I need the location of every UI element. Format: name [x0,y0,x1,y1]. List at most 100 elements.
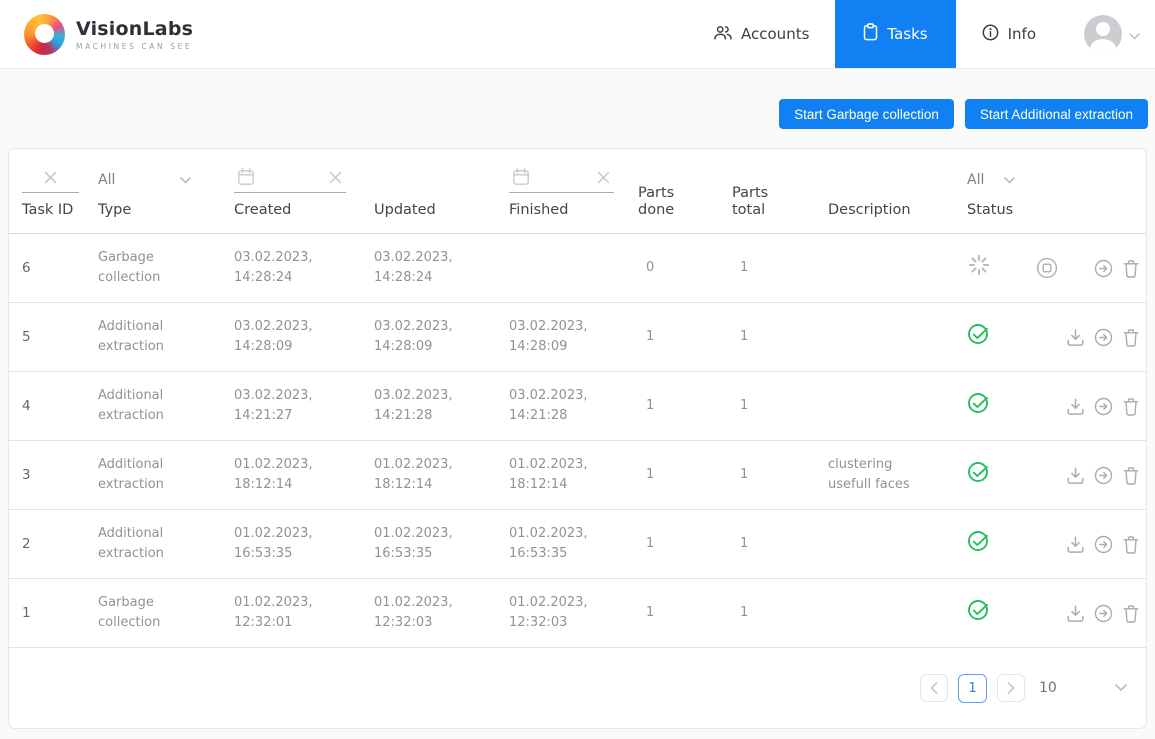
check-circle-icon [967,461,989,490]
task-type-cell: Additional extraction [98,386,234,426]
nav-tasks[interactable]: Tasks [835,0,955,68]
task-updated-cell: 01.02.2023, 18:12:14 [374,455,509,495]
delete-task-button[interactable] [1117,392,1145,420]
stop-task-button[interactable] [1033,392,1061,420]
prev-page-button[interactable] [920,674,948,702]
status-filter-value: All [967,172,984,189]
stop-task-button[interactable] [1033,461,1061,489]
start-additional-extraction-button[interactable]: Start Additional extraction [965,99,1148,129]
open-task-button[interactable] [1089,254,1117,282]
start-garbage-collection-button[interactable]: Start Garbage collection [779,99,954,129]
table-row: 4 Additional extraction 03.02.2023, 14:2… [9,372,1146,441]
column-created-label: Created [234,202,291,219]
status-filter-chevron-down-icon [1004,172,1015,189]
description-cell: clustering usefull faces [828,455,967,495]
delete-task-button[interactable] [1117,599,1145,627]
delete-task-button[interactable] [1117,323,1145,351]
download-result-button[interactable] [1061,323,1089,351]
brand-tagline: MACHINES CAN SEE [76,42,193,51]
task-updated-cell: 03.02.2023, 14:28:09 [374,317,509,357]
task-type-cell: Garbage collection [98,593,234,633]
open-task-button[interactable] [1089,530,1117,558]
open-task-button[interactable] [1089,323,1117,351]
stop-task-button[interactable] [1033,323,1061,351]
status-filter-select[interactable]: All [967,167,1015,193]
user-menu[interactable] [1062,15,1155,53]
delete-task-button[interactable] [1117,530,1145,558]
task-created-cell: 01.02.2023, 18:12:14 [234,455,374,495]
user-chevron-down-icon [1129,25,1140,44]
type-filter-select[interactable]: All [98,167,195,193]
table-row: 1 Garbage collection 01.02.2023, 12:32:0… [9,579,1146,648]
task-updated-text: 01.02.2023, 16:53:35 [374,524,478,564]
download-result-button[interactable] [1061,599,1089,627]
open-task-button[interactable] [1089,461,1117,489]
clear-task-id-filter-icon[interactable] [42,169,59,191]
clear-created-filter-icon[interactable] [327,169,344,191]
table-row: 6 Garbage collection 03.02.2023, 14:28:2… [9,234,1146,303]
parts-total-cell: 1 [732,258,828,278]
task-created-cell: 01.02.2023, 16:53:35 [234,524,374,564]
delete-task-button[interactable] [1117,254,1145,282]
task-id-cell: 5 [22,327,98,347]
stop-task-button[interactable] [1033,530,1061,558]
page-size-select[interactable]: 10 [1039,680,1127,696]
download-result-button[interactable] [1061,392,1089,420]
download-result-button[interactable] [1061,254,1089,282]
brand-text: VisionLabs MACHINES CAN SEE [76,18,193,51]
table-header: Task ID All Type [9,149,1146,234]
column-finished-label: Finished [509,202,568,219]
actions-cell [1033,599,1146,627]
current-page[interactable]: 1 [958,674,987,703]
task-finished-text: 03.02.2023, 14:28:09 [509,317,613,357]
stop-task-button[interactable] [1033,599,1061,627]
table-row: 3 Additional extraction 01.02.2023, 18:1… [9,441,1146,510]
nav-info[interactable]: Info [956,0,1062,68]
parts-done-cell: 1 [638,327,732,347]
stop-task-button[interactable] [1033,254,1061,282]
next-page-button[interactable] [997,674,1025,702]
task-updated-cell: 01.02.2023, 16:53:35 [374,524,509,564]
parts-done-cell: 0 [638,258,732,278]
task-updated-cell: 03.02.2023, 14:28:24 [374,248,509,288]
download-result-button[interactable] [1061,461,1089,489]
delete-task-button[interactable] [1117,461,1145,489]
brand-logo[interactable]: VisionLabs MACHINES CAN SEE [24,14,193,55]
column-parts-done: Parts done [638,149,732,233]
open-task-button[interactable] [1089,599,1117,627]
info-icon [982,24,999,45]
task-updated-cell: 03.02.2023, 14:21:28 [374,386,509,426]
type-filter-chevron-down-icon [180,172,191,189]
clear-finished-filter-icon[interactable] [595,169,612,191]
task-id-cell: 2 [22,534,98,554]
column-parts-total-label: Parts total [732,185,778,219]
column-actions [1033,149,1146,233]
task-created-text: 01.02.2023, 18:12:14 [234,455,338,495]
task-updated-cell: 01.02.2023, 12:32:03 [374,593,509,633]
task-created-text: 03.02.2023, 14:28:09 [234,317,338,357]
created-calendar-icon[interactable] [236,167,256,192]
task-id-cell: 4 [22,396,98,416]
finished-filter-input[interactable] [509,167,614,193]
task-created-cell: 03.02.2023, 14:28:09 [234,317,374,357]
status-cell [967,392,1033,421]
nav-tasks-label: Tasks [887,25,927,43]
open-task-button[interactable] [1089,392,1117,420]
nav-info-label: Info [1008,25,1036,43]
parts-done-cell: 1 [638,396,732,416]
task-id-filter-input[interactable] [22,167,79,193]
tasks-table: Task ID All Type [8,148,1147,729]
task-finished-text: 03.02.2023, 14:21:28 [509,386,613,426]
actions-cell [1033,254,1146,282]
finished-calendar-icon[interactable] [511,167,531,192]
visionlabs-logo-icon [24,14,65,55]
column-status: All Status [967,149,1033,233]
app-header: VisionLabs MACHINES CAN SEE Accounts [0,0,1155,69]
created-filter-input[interactable] [234,167,346,193]
actions-cell [1033,530,1146,558]
download-result-button[interactable] [1061,530,1089,558]
check-circle-icon [967,530,989,559]
nav-accounts[interactable]: Accounts [688,0,835,68]
task-type-cell: Additional extraction [98,455,234,495]
task-created-text: 03.02.2023, 14:21:27 [234,386,338,426]
